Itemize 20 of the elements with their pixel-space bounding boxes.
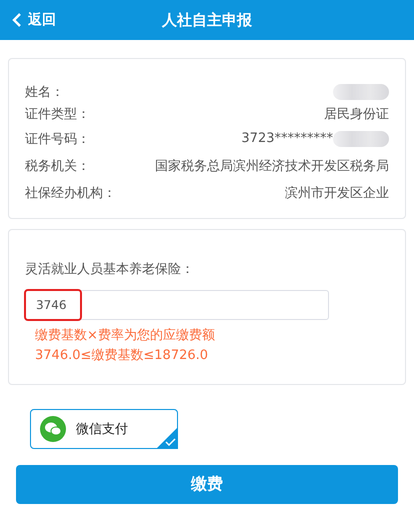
info-label: 社保经办机构： xyxy=(25,184,116,202)
field-label: 灵活就业人员基本养老保险： xyxy=(25,261,195,278)
info-label: 姓名： xyxy=(25,84,64,101)
hint-text: 缴费基数×费率为您的应缴费额 xyxy=(35,327,216,345)
info-value: 3723********* xyxy=(241,131,333,146)
hint-text: 3746.0≤缴费基数≤18726.0 xyxy=(35,347,210,365)
payment-option[interactable]: 微信支付 xyxy=(30,409,178,449)
input-field[interactable]: 3746 xyxy=(25,290,329,320)
chat-bubbles-icon xyxy=(40,416,66,442)
info-label: 证件类型： xyxy=(25,106,90,123)
info-value: 居民身份证 xyxy=(324,106,389,123)
info-value: 滨州市开发区企业 xyxy=(285,184,389,202)
info-label: 税务机关： xyxy=(25,158,90,174)
check-icon xyxy=(156,427,178,449)
page-title: 人社自主申报 xyxy=(162,10,252,28)
info-label: 证件号码： xyxy=(25,130,90,148)
blurred-value xyxy=(333,84,389,100)
info-value: 国家税务总局滨州经济技术开发区税务局 xyxy=(155,158,389,174)
chevron-left-icon xyxy=(12,13,22,27)
blurred-value xyxy=(333,130,389,146)
